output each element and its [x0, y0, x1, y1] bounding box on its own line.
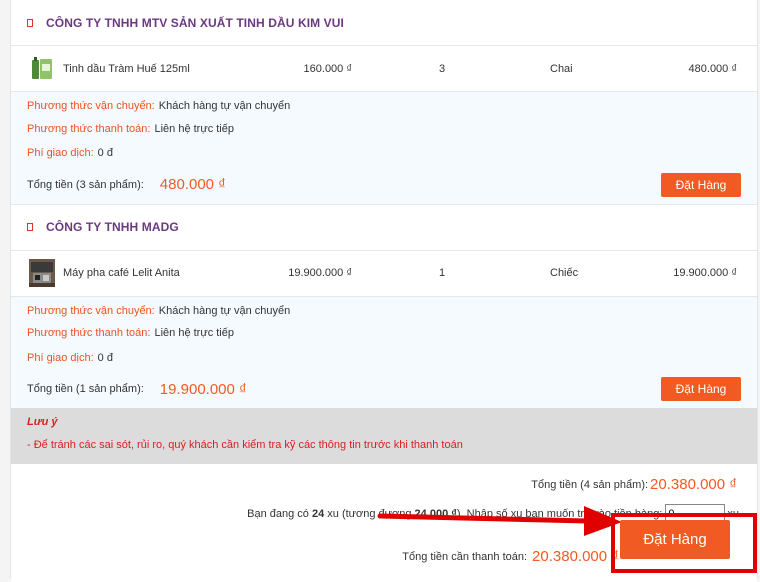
fee-label: Phí giao dịch: — [27, 351, 94, 364]
shop-sum-label: Tổng tiền (3 sản phẩm): — [27, 178, 144, 191]
product-price: 160.000 ₫ — [303, 62, 352, 75]
shop-name[interactable]: CÔNG TY TNHH MTV SẢN XUẤT TINH DẦU KIM V… — [46, 16, 344, 30]
shop-sum-label: Tổng tiền (1 sản phẩm): — [27, 383, 144, 395]
note-box: Lưu ý - Để tránh các sai sót, rủi ro, qu… — [11, 408, 757, 464]
product-quantity: 1 — [439, 267, 446, 279]
payment-value: Liên hệ trực tiếp — [154, 122, 234, 135]
place-order-button[interactable]: Đặt Hàng — [620, 520, 730, 559]
product-thumbnail[interactable] — [29, 258, 55, 287]
product-unit: Chai — [550, 62, 573, 75]
cart-row: Tinh dầu Tràm Huế 125ml 160.000 ₫ 3 Chai… — [11, 46, 757, 92]
shop-square-icon — [27, 18, 33, 27]
product-unit: Chiếc — [550, 267, 579, 279]
shipping-value: Khách hàng tự vận chuyển — [158, 304, 291, 317]
pay-total-value: 20.380.000 ₫ — [532, 548, 619, 565]
arrow-right-icon — [377, 506, 622, 536]
product-price: 19.900.000 ₫ — [288, 267, 352, 279]
shop-sum-value: 480.000 ₫ — [159, 176, 226, 193]
pay-total-label: Tổng tiền cần thanh toán: — [402, 550, 528, 563]
order-info: Phương thức vận chuyển: Khách hàng tự vậ… — [11, 92, 757, 205]
shop-header: CÔNG TY TNHH MTV SẢN XUẤT TINH DẦU KIM V… — [11, 0, 757, 46]
payment-value: Liên hệ trực tiếp — [154, 327, 234, 340]
product-total: 19.900.000 ₫ — [673, 267, 737, 279]
grand-total-value: 20.380.000 ₫ — [650, 476, 737, 493]
order-info: Phương thức vận chuyển: Khách hàng tự vậ… — [11, 296, 757, 408]
shop-name[interactable]: CÔNG TY TNHH MADG — [46, 220, 179, 234]
note-text: - Để tránh các sai sót, rủi ro, quý khác… — [27, 439, 463, 451]
cart-row: Máy pha café Lelit Anita 19.900.000 ₫ 1 … — [11, 250, 757, 297]
shipping-value: Khách hàng tự vận chuyển — [158, 100, 291, 113]
product-thumbnail[interactable] — [29, 55, 55, 82]
shop-sum-value: 19.900.000 ₫ — [159, 380, 247, 398]
shop-order-button[interactable]: Đặt Hàng — [661, 172, 741, 197]
fee-value: 0 đ — [97, 351, 113, 364]
shop-order-button[interactable]: Đặt Hàng — [661, 377, 741, 401]
product-total: 480.000 ₫ — [688, 62, 737, 75]
shipping-label: Phương thức vận chuyển: — [27, 304, 155, 317]
fee-label: Phí giao dịch: — [27, 147, 94, 160]
product-name[interactable]: Tinh dầu Tràm Huế 125ml — [63, 63, 190, 75]
shipping-label: Phương thức vận chuyển: — [27, 100, 155, 113]
fee-value: 0 đ — [97, 147, 113, 160]
shop-square-icon — [27, 223, 33, 231]
xu-prefix: Bạn đang có — [247, 508, 309, 520]
product-quantity: 3 — [439, 62, 446, 75]
checkout-panel: CÔNG TY TNHH MTV SẢN XUẤT TINH DẦU KIM V… — [10, 0, 758, 582]
grand-total-label: Tổng tiền (4 sản phẩm): — [531, 478, 649, 491]
payment-label: Phương thức thanh toán: — [27, 327, 151, 340]
note-title: Lưu ý — [27, 416, 58, 428]
xu-count: 24 — [311, 508, 325, 520]
payment-label: Phương thức thanh toán: — [27, 122, 151, 135]
shop-header: CÔNG TY TNHH MADG — [11, 204, 757, 251]
product-name[interactable]: Máy pha café Lelit Anita — [63, 267, 180, 279]
